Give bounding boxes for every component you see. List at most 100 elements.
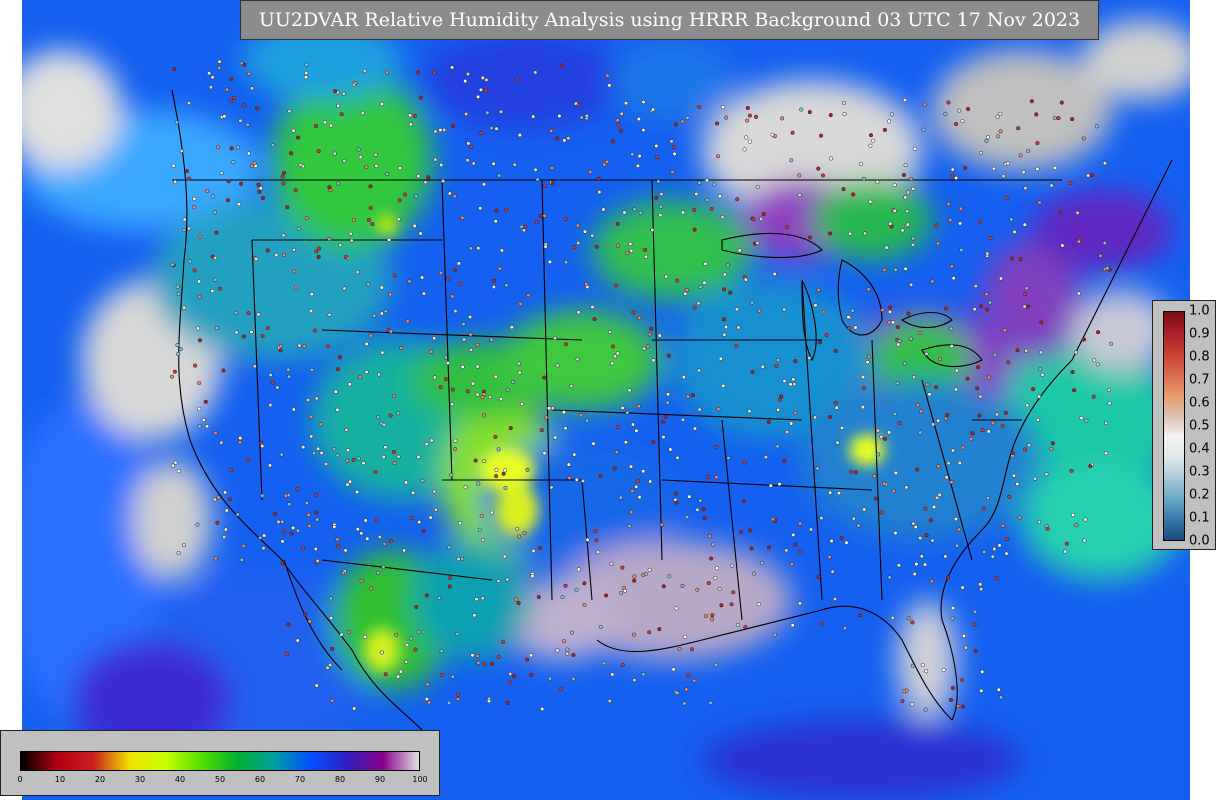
station-marker xyxy=(530,574,535,579)
station-marker xyxy=(724,115,729,120)
station-marker xyxy=(584,113,589,119)
station-marker xyxy=(362,68,367,73)
station-marker xyxy=(559,63,564,68)
station-marker xyxy=(665,400,670,405)
station-marker xyxy=(1023,291,1028,297)
station-marker xyxy=(689,647,694,652)
station-marker xyxy=(808,527,814,532)
station-marker xyxy=(339,112,344,117)
station-marker xyxy=(680,210,686,215)
station-marker xyxy=(954,368,959,373)
station-marker xyxy=(692,227,697,232)
station-marker xyxy=(379,311,384,316)
station-marker xyxy=(242,62,247,67)
station-marker xyxy=(197,380,202,386)
station-marker xyxy=(672,151,677,156)
station-marker xyxy=(219,171,224,176)
station-marker xyxy=(1050,441,1055,446)
station-marker xyxy=(540,706,545,712)
station-marker xyxy=(208,85,213,90)
station-marker xyxy=(349,238,354,243)
station-marker xyxy=(381,455,386,460)
station-marker xyxy=(856,523,861,528)
station-marker xyxy=(478,206,483,211)
station-marker xyxy=(957,527,962,532)
station-marker xyxy=(501,471,506,476)
station-marker xyxy=(377,534,382,540)
station-marker xyxy=(537,545,542,550)
station-marker xyxy=(502,468,508,473)
station-marker xyxy=(213,431,218,436)
station-marker xyxy=(345,448,350,453)
station-marker xyxy=(610,672,615,677)
station-marker xyxy=(1006,360,1011,365)
station-marker xyxy=(901,172,906,178)
station-marker xyxy=(675,691,680,696)
station-marker xyxy=(542,183,547,188)
station-marker xyxy=(807,110,812,115)
station-marker xyxy=(420,478,425,483)
rh-tick-label: 30 xyxy=(134,775,146,784)
station-marker xyxy=(743,277,748,282)
station-marker xyxy=(973,609,978,614)
station-marker xyxy=(339,632,344,637)
station-marker xyxy=(729,602,734,607)
station-marker xyxy=(937,492,942,497)
station-marker xyxy=(873,496,879,501)
station-marker xyxy=(296,135,301,140)
station-marker xyxy=(1049,183,1054,188)
station-marker xyxy=(1029,99,1034,104)
station-marker xyxy=(485,110,490,115)
station-marker xyxy=(404,659,409,664)
station-marker xyxy=(824,333,829,338)
station-marker xyxy=(1045,526,1050,531)
station-marker xyxy=(782,307,787,312)
station-marker xyxy=(1022,222,1027,227)
station-marker xyxy=(598,473,603,478)
station-marker xyxy=(461,337,467,342)
station-marker xyxy=(766,419,771,425)
station-marker xyxy=(235,512,240,517)
station-marker xyxy=(694,191,699,197)
station-marker xyxy=(934,495,940,500)
station-marker xyxy=(196,326,201,331)
station-marker xyxy=(363,634,368,639)
station-marker xyxy=(307,619,312,624)
station-marker xyxy=(605,73,610,78)
station-marker xyxy=(685,515,690,520)
station-marker xyxy=(465,389,470,394)
station-marker xyxy=(562,138,567,143)
rh-tick-label: 0 xyxy=(17,775,23,784)
station-marker xyxy=(327,312,332,317)
station-marker xyxy=(437,595,442,600)
station-marker xyxy=(1049,446,1054,451)
station-marker xyxy=(249,163,254,169)
station-marker xyxy=(657,333,662,338)
station-marker xyxy=(759,216,764,222)
station-marker xyxy=(1102,241,1107,246)
station-marker xyxy=(943,554,948,559)
station-marker xyxy=(197,279,202,284)
station-marker xyxy=(315,558,320,563)
station-marker xyxy=(258,535,263,540)
station-marker xyxy=(910,663,915,668)
station-marker xyxy=(397,166,403,171)
station-marker xyxy=(496,579,501,584)
station-marker xyxy=(1072,388,1077,393)
station-marker xyxy=(675,278,680,283)
station-marker xyxy=(496,654,501,659)
station-marker xyxy=(851,516,856,521)
station-marker xyxy=(654,143,659,148)
station-marker xyxy=(943,111,948,116)
station-marker xyxy=(489,126,494,131)
station-marker xyxy=(862,507,867,512)
station-marker xyxy=(790,130,795,135)
station-marker xyxy=(505,700,510,705)
station-marker xyxy=(684,288,689,293)
station-marker xyxy=(716,407,721,412)
station-marker xyxy=(604,593,609,598)
station-marker xyxy=(432,489,437,494)
station-marker xyxy=(447,700,452,705)
station-marker xyxy=(364,341,369,347)
station-marker xyxy=(447,584,452,589)
